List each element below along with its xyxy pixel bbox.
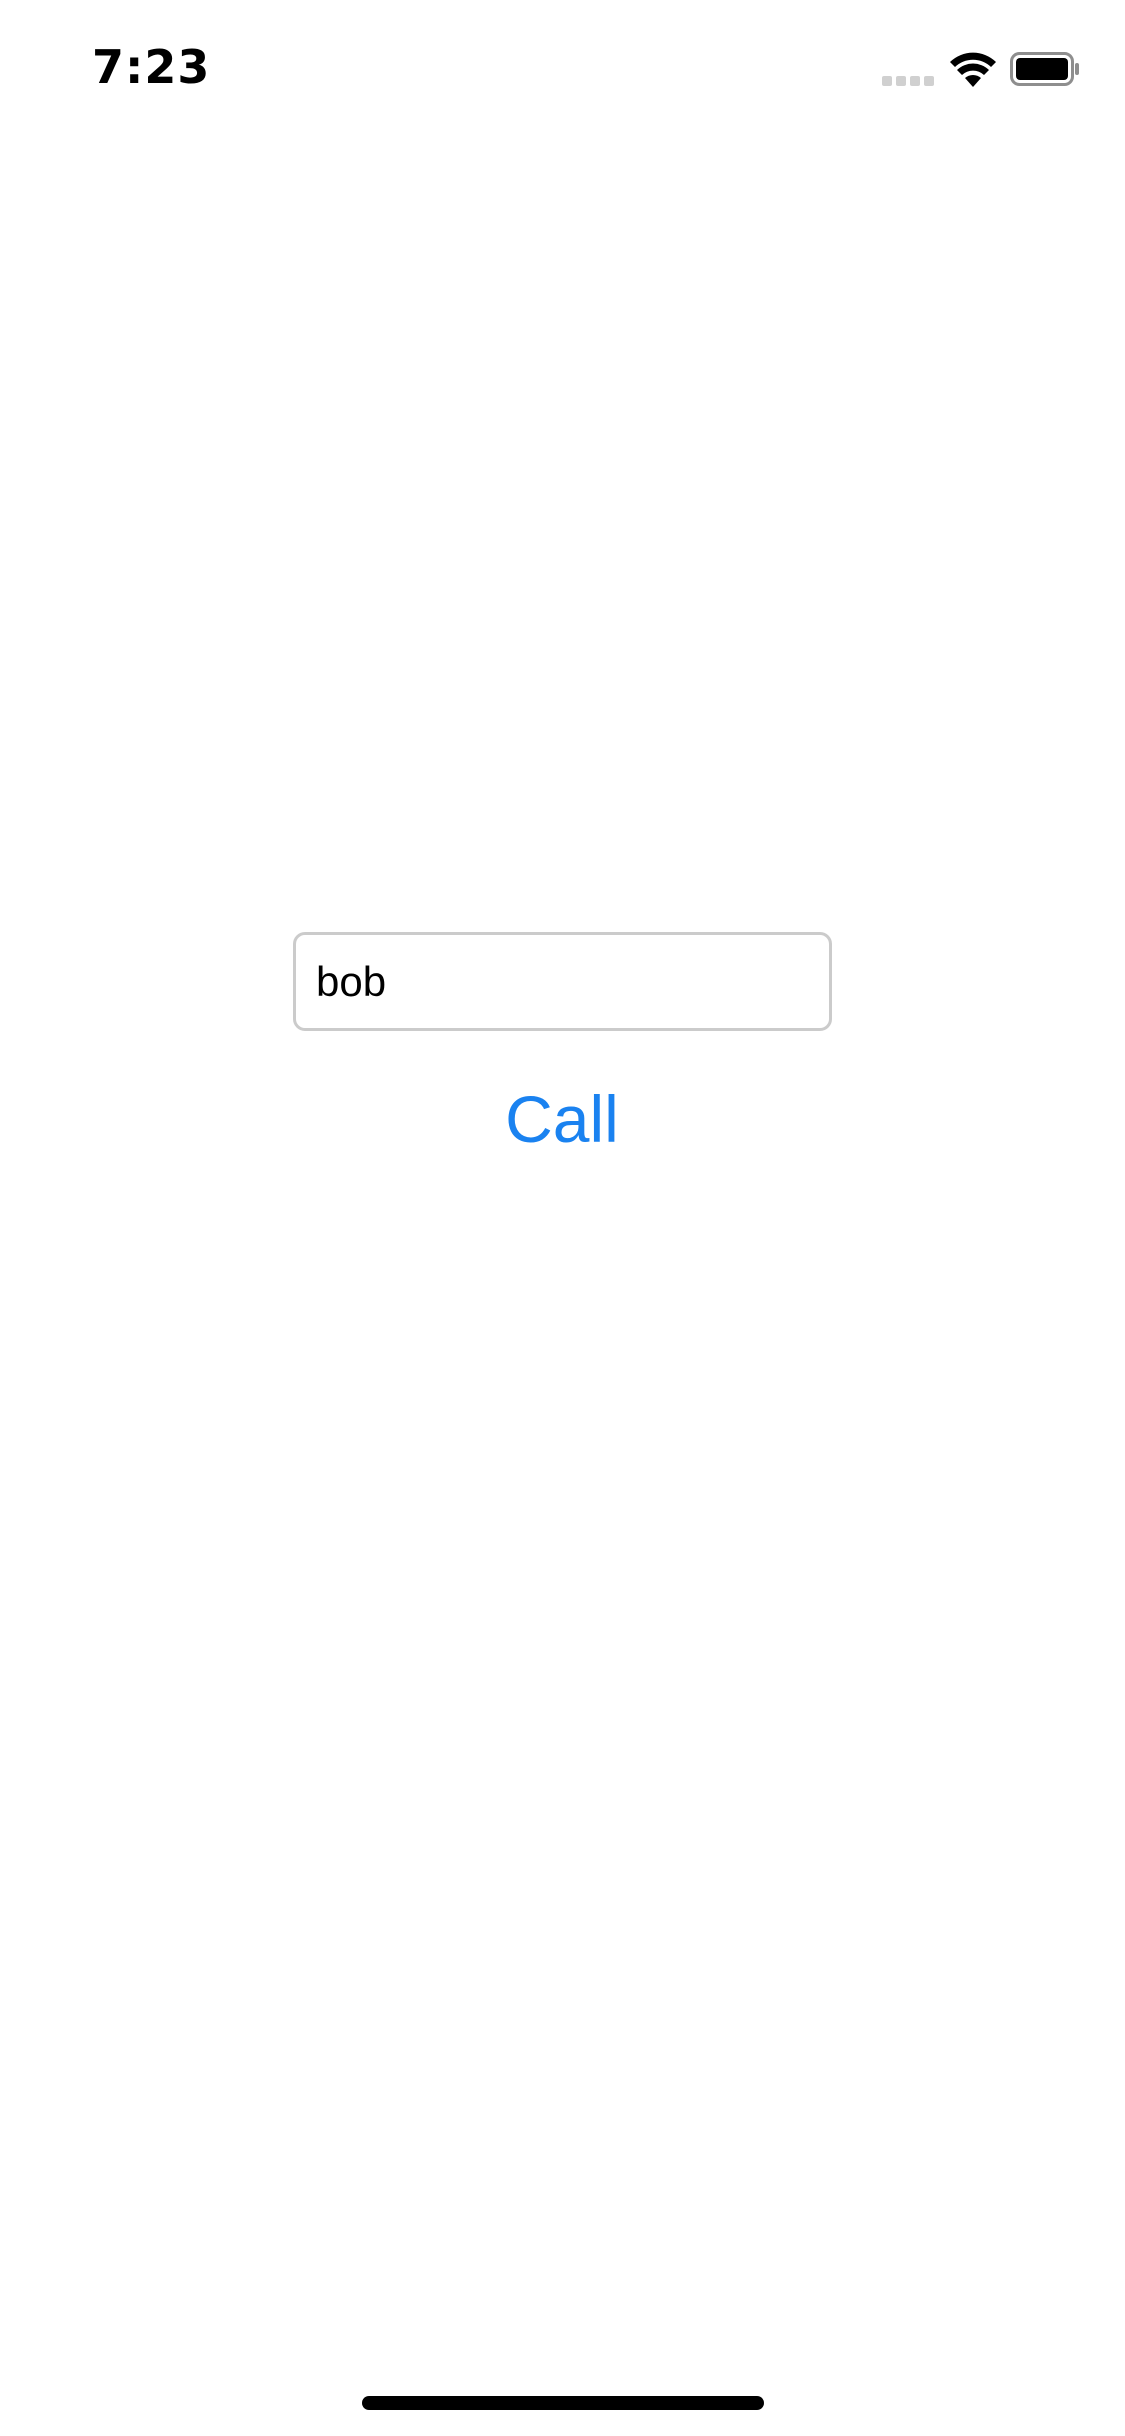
home-indicator[interactable] (362, 2396, 764, 2410)
status-bar: 7:23 (0, 0, 1125, 132)
signal-icon (882, 76, 934, 86)
name-input[interactable] (293, 932, 832, 1031)
wifi-icon (950, 52, 996, 87)
status-time: 7:23 (92, 40, 211, 94)
battery-icon (1010, 52, 1079, 86)
call-button[interactable]: Call (462, 1074, 662, 1164)
